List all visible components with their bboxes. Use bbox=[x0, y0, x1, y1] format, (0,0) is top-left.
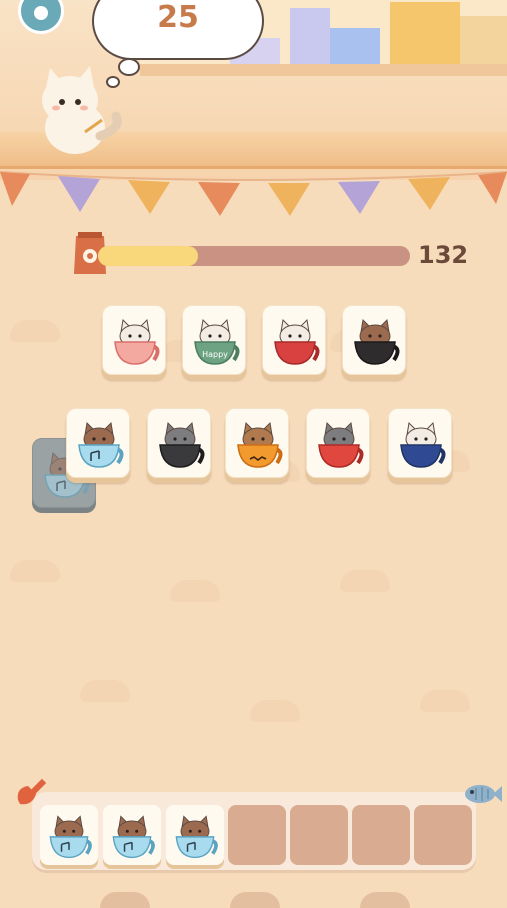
progress-fill bbox=[98, 246, 198, 266]
cat-cup-icon: Happy bbox=[194, 318, 240, 365]
tile[interactable] bbox=[66, 408, 130, 478]
score-counter: 132 bbox=[418, 241, 469, 269]
svg-text:Happy: Happy bbox=[202, 350, 228, 359]
cat-cup-icon bbox=[159, 421, 205, 468]
progress-bar bbox=[98, 246, 410, 266]
tile[interactable]: Happy bbox=[182, 305, 246, 375]
bunting-flags bbox=[0, 171, 507, 216]
fish-icon[interactable] bbox=[460, 772, 502, 814]
bottom-button[interactable] bbox=[360, 892, 410, 908]
cat-cup-icon bbox=[274, 318, 320, 365]
cat-cup-icon bbox=[112, 815, 155, 859]
cat-cup-icon bbox=[49, 815, 92, 859]
tray-slot bbox=[166, 805, 224, 865]
tray-slot bbox=[228, 805, 286, 865]
tray-slot bbox=[414, 805, 472, 865]
tray-slot bbox=[290, 805, 348, 865]
cat-cup-icon bbox=[318, 421, 364, 468]
cat-cup-icon bbox=[400, 421, 446, 468]
tile[interactable] bbox=[342, 305, 406, 375]
bottom-button[interactable] bbox=[230, 892, 280, 908]
level-number: 25 bbox=[157, 0, 199, 35]
cat-cup-icon bbox=[114, 318, 160, 365]
cat-cup-icon bbox=[237, 421, 283, 468]
cat-cup-icon bbox=[354, 318, 400, 365]
cat-cup-icon bbox=[175, 815, 218, 859]
cat-mascot bbox=[42, 66, 122, 154]
tray-slot bbox=[352, 805, 410, 865]
tile[interactable] bbox=[388, 408, 452, 478]
cat-cup-icon bbox=[78, 421, 124, 468]
gear-icon bbox=[34, 6, 48, 20]
tile[interactable] bbox=[306, 408, 370, 478]
tile[interactable] bbox=[225, 408, 289, 478]
scoop-icon[interactable] bbox=[12, 770, 56, 814]
tray-slot bbox=[40, 805, 98, 865]
bottom-button[interactable] bbox=[100, 892, 150, 908]
settings-button[interactable] bbox=[18, 0, 64, 34]
tile[interactable] bbox=[102, 305, 166, 375]
tile[interactable] bbox=[147, 408, 211, 478]
tile[interactable] bbox=[262, 305, 326, 375]
tray-slot bbox=[103, 805, 161, 865]
